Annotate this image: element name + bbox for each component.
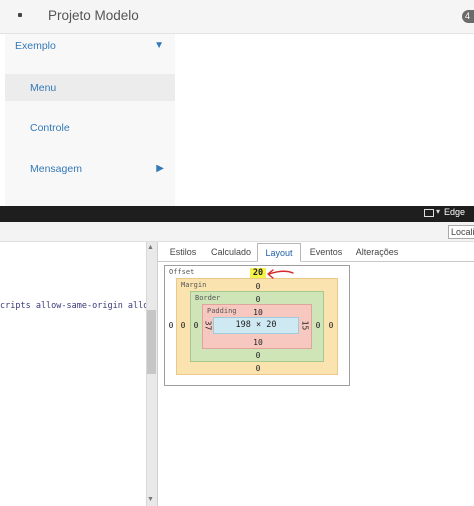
sidebar: Exemplo ▼ Menu Controle Mensagem ▶ bbox=[5, 34, 175, 206]
sidebar-item-mensagem[interactable]: Mensagem ▶ bbox=[5, 163, 175, 181]
border-bottom-value[interactable]: 0 bbox=[250, 351, 266, 360]
border-right-value[interactable]: 0 bbox=[314, 321, 322, 330]
tab-estilos[interactable]: Estilos bbox=[166, 243, 200, 262]
devtools-toolbar bbox=[0, 222, 474, 242]
dom-tree-pane bbox=[0, 242, 146, 506]
offset-left-value[interactable]: 0 bbox=[167, 321, 175, 330]
search-input[interactable]: Localiz bbox=[448, 225, 474, 239]
margin-bottom-value[interactable]: 0 bbox=[250, 364, 266, 373]
app-brand[interactable]: Projeto Modelo bbox=[48, 8, 139, 23]
scrollbar-thumb[interactable] bbox=[147, 310, 156, 374]
notification-badge[interactable]: 4 bbox=[462, 10, 474, 23]
tab-layout[interactable]: Layout bbox=[257, 243, 301, 262]
margin-label: Margin bbox=[181, 281, 207, 289]
margin-top-value[interactable]: 0 bbox=[250, 282, 266, 291]
padding-left-value[interactable]: 37 bbox=[204, 321, 213, 331]
sidebar-item-exemplo[interactable]: Exemplo ▼ bbox=[5, 40, 175, 58]
device-emulation-icon[interactable] bbox=[424, 209, 434, 217]
dom-code-line[interactable]: cripts allow-same-origin allow- bbox=[0, 301, 159, 311]
chevron-right-icon: ▶ bbox=[156, 163, 164, 174]
menu-toggle-icon[interactable] bbox=[18, 13, 22, 17]
chevron-down-icon[interactable]: ▾ bbox=[436, 207, 440, 216]
padding-label: Padding bbox=[207, 307, 237, 315]
chevron-down-icon: ▼ bbox=[154, 40, 164, 51]
sidebar-item-label: Mensagem bbox=[30, 163, 82, 175]
padding-bottom-value[interactable]: 10 bbox=[250, 338, 266, 347]
margin-right-value[interactable]: 0 bbox=[327, 321, 335, 330]
sidebar-item-label: Controle bbox=[30, 122, 70, 134]
border-label: Border bbox=[195, 294, 221, 302]
border-top-value[interactable]: 0 bbox=[250, 295, 266, 304]
sidebar-item-label: Menu bbox=[30, 82, 57, 94]
border-left-value[interactable]: 0 bbox=[192, 321, 200, 330]
margin-left-value[interactable]: 0 bbox=[179, 321, 187, 330]
content-size-value[interactable]: 198 × 20 bbox=[213, 317, 299, 334]
browser-mode-label[interactable]: Edge bbox=[444, 207, 465, 217]
devtools-topbar bbox=[0, 206, 474, 222]
tab-alteracoes[interactable]: Alterações bbox=[352, 243, 402, 262]
padding-top-value[interactable]: 10 bbox=[250, 308, 266, 317]
sidebar-item-menu[interactable]: Menu bbox=[5, 74, 175, 101]
scroll-down-icon[interactable]: ▼ bbox=[147, 496, 154, 503]
tab-calculado[interactable]: Calculado bbox=[208, 243, 254, 262]
padding-right-value[interactable]: 15 bbox=[301, 321, 310, 331]
sidebar-item-label: Exemplo bbox=[15, 40, 56, 52]
dom-scrollbar[interactable] bbox=[146, 242, 157, 506]
offset-label: Offset bbox=[169, 268, 195, 276]
annotation-arrow-icon bbox=[267, 269, 294, 279]
scroll-up-icon[interactable]: ▲ bbox=[147, 244, 154, 251]
tab-eventos[interactable]: Eventos bbox=[307, 243, 345, 262]
sidebar-item-controle[interactable]: Controle bbox=[5, 122, 175, 140]
